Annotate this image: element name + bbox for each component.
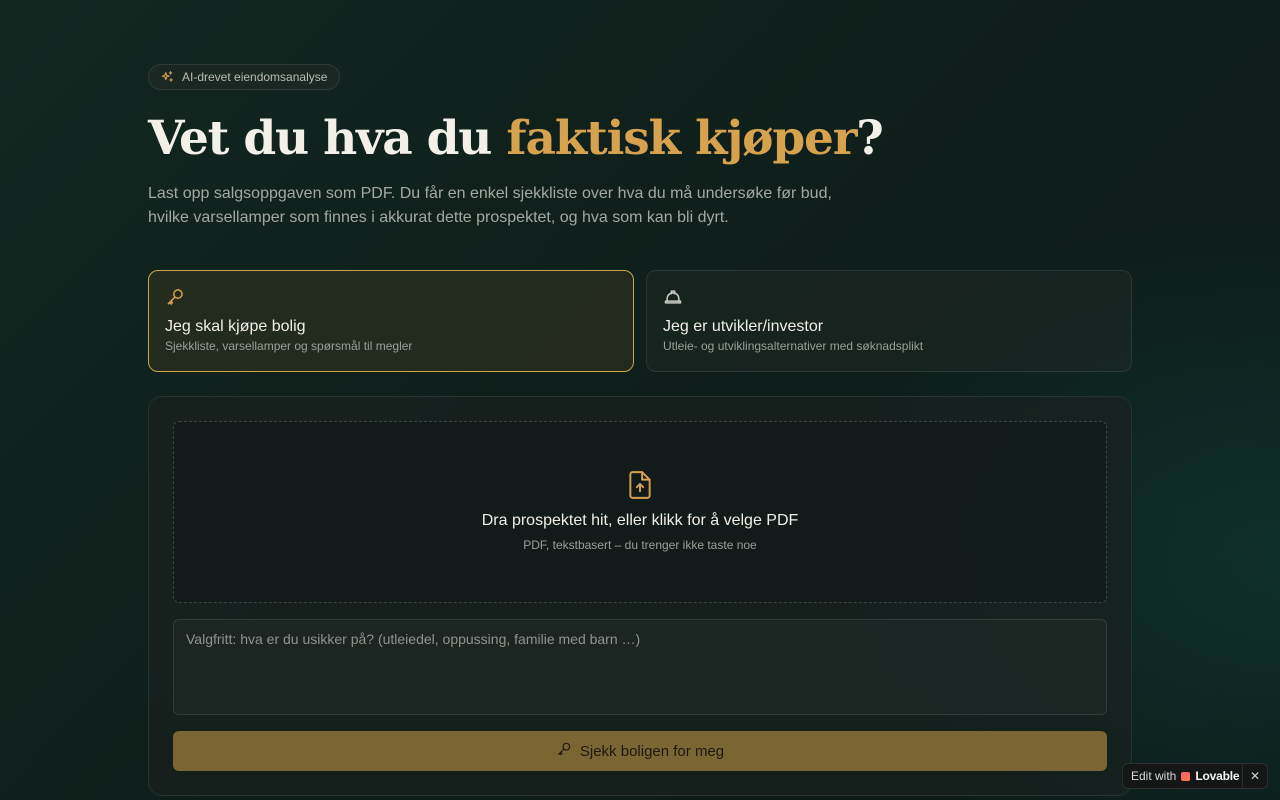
lovable-brand: Lovable (1195, 769, 1240, 783)
mode-subtitle: Sjekkliste, varsellamper og spørsmål til… (165, 339, 413, 353)
edit-with-lovable-link[interactable]: Edit with Lovable (1123, 769, 1240, 783)
lovable-logo-icon (1181, 771, 1191, 781)
title-prefix: Vet du hva du (148, 111, 507, 166)
upload-panel: Dra prospektet hit, eller klikk for å ve… (148, 396, 1132, 796)
badge-label: AI-drevet eiendomsanalyse (182, 70, 328, 84)
dropzone-title: Dra prospektet hit, eller klikk for å ve… (481, 512, 799, 529)
notes-input[interactable] (173, 619, 1107, 715)
mode-card-buyer[interactable]: Jeg skal kjøpe bolig Sjekkliste, varsell… (148, 270, 634, 372)
mode-selector: Jeg skal kjøpe bolig Sjekkliste, varsell… (148, 270, 1132, 372)
mode-card-investor[interactable]: Jeg er utvikler/investor Utleie- og utvi… (646, 270, 1132, 372)
mode-title: Jeg er utvikler/investor (663, 318, 824, 335)
lead-line-1: Last opp salgsoppgaven som PDF. Du får e… (148, 185, 832, 202)
title-suffix: ? (856, 111, 884, 166)
mode-subtitle: Utleie- og utviklingsalternativer med sø… (663, 339, 924, 353)
lead-line-2: hvilke varsellamper som finnes i akkurat… (148, 209, 729, 226)
dropzone-subtitle: PDF, tekstbasert – du trenger ikke taste… (523, 538, 757, 552)
title-accent: faktisk kjøper (506, 111, 857, 166)
hard-hat-icon (663, 287, 1115, 307)
lovable-badge: Edit with Lovable ✕ (1122, 763, 1268, 789)
edit-with-label: Edit with (1131, 769, 1177, 783)
close-icon[interactable]: ✕ (1242, 764, 1267, 788)
sparkles-icon (160, 70, 174, 84)
pdf-dropzone[interactable]: Dra prospektet hit, eller klikk for å ve… (173, 421, 1107, 603)
file-upload-icon (627, 470, 653, 505)
key-icon (165, 287, 617, 307)
ai-badge: AI-drevet eiendomsanalyse (148, 64, 341, 90)
submit-label: Sjekk boligen for meg (579, 742, 725, 760)
mode-title: Jeg skal kjøpe bolig (165, 318, 306, 335)
lead-text: Last opp salgsoppgaven som PDF. Du får e… (148, 182, 838, 230)
key-icon (556, 741, 572, 761)
page-title: Vet du hva du faktisk kjøper? (148, 110, 1132, 168)
main-content: AI-drevet eiendomsanalyse Vet du hva du … (148, 64, 1132, 796)
check-property-button[interactable]: Sjekk boligen for meg (173, 731, 1107, 771)
